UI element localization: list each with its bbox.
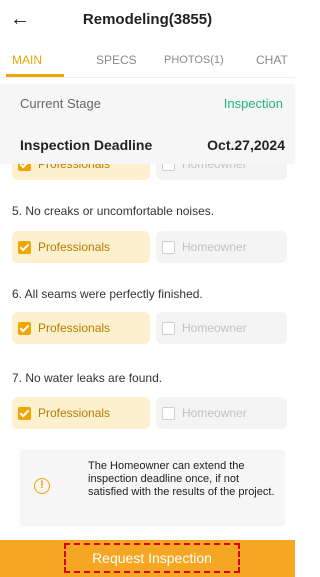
choice-row-item-5: Professionals Homeowner — [12, 231, 287, 263]
page-title: Remodeling(3855) — [82, 11, 213, 28]
inspection-deadline-label: Inspection Deadline — [20, 137, 153, 153]
current-stage-row: Current Stage Inspection — [0, 84, 295, 128]
tab-chat[interactable]: CHAT — [256, 53, 288, 67]
checkbox-unchecked-icon — [162, 322, 175, 335]
homeowner-label: Homeowner — [182, 164, 247, 171]
request-inspection-button[interactable]: Request Inspection — [64, 543, 240, 573]
checkbox-unchecked-icon — [162, 407, 175, 420]
professionals-checkbox[interactable]: Professionals — [12, 231, 150, 263]
homeowner-checkbox[interactable]: Homeowner — [156, 397, 287, 429]
professionals-label: Professionals — [38, 406, 111, 420]
inspection-deadline-value: Oct.27,2024 — [207, 137, 285, 153]
homeowner-checkbox[interactable]: Homeowner — [156, 231, 287, 263]
professionals-checkbox[interactable]: Professionals — [12, 164, 150, 180]
choice-row-item-7: Professionals Homeowner — [12, 397, 287, 429]
homeowner-label: Homeowner — [182, 321, 247, 335]
tab-photos[interactable]: PHOTOS(1) — [164, 54, 224, 66]
professionals-label: Professionals — [38, 240, 111, 254]
professionals-checkbox[interactable]: Professionals — [12, 397, 150, 429]
checkbox-unchecked-icon — [162, 164, 175, 171]
active-tab-indicator — [6, 74, 64, 77]
checklist-item-7: 7. No water leaks are found. — [12, 371, 163, 385]
tab-main[interactable]: MAIN — [12, 53, 42, 67]
tab-bar: MAIN SPECS PHOTOS(1) CHAT — [0, 48, 295, 78]
current-stage-label: Current Stage — [20, 96, 101, 111]
checkbox-unchecked-icon — [162, 241, 175, 254]
deadline-extension-notice: ! The Homeowner can extend the inspectio… — [20, 450, 285, 526]
notice-text: The Homeowner can extend the inspection … — [88, 460, 275, 498]
top-bar: ← Remodeling(3855) — [0, 0, 295, 42]
homeowner-checkbox[interactable]: Homeowner — [156, 312, 287, 344]
checkbox-checked-icon — [18, 322, 31, 335]
info-circle-icon: ! — [34, 478, 50, 494]
checklist-item-6: 6. All seams were perfectly finished. — [12, 287, 203, 301]
checkbox-checked-icon — [18, 164, 31, 171]
professionals-label: Professionals — [38, 321, 111, 335]
checkbox-checked-icon — [18, 241, 31, 254]
tab-specs[interactable]: SPECS — [96, 53, 137, 67]
professionals-checkbox[interactable]: Professionals — [12, 312, 150, 344]
professionals-label: Professionals — [38, 164, 111, 171]
inspection-deadline-row: Inspection Deadline Oct.27,2024 — [0, 128, 295, 164]
choice-row-item-6: Professionals Homeowner — [12, 312, 287, 344]
checkbox-checked-icon — [18, 407, 31, 420]
checklist-item-5: 5. No creaks or uncomfortable noises. — [12, 204, 215, 218]
homeowner-label: Homeowner — [182, 240, 247, 254]
current-stage-value: Inspection — [223, 96, 283, 111]
homeowner-label: Homeowner — [182, 406, 247, 420]
choice-row-item-4: Professionals Homeowner — [12, 164, 287, 180]
homeowner-checkbox[interactable]: Homeowner — [156, 164, 287, 180]
